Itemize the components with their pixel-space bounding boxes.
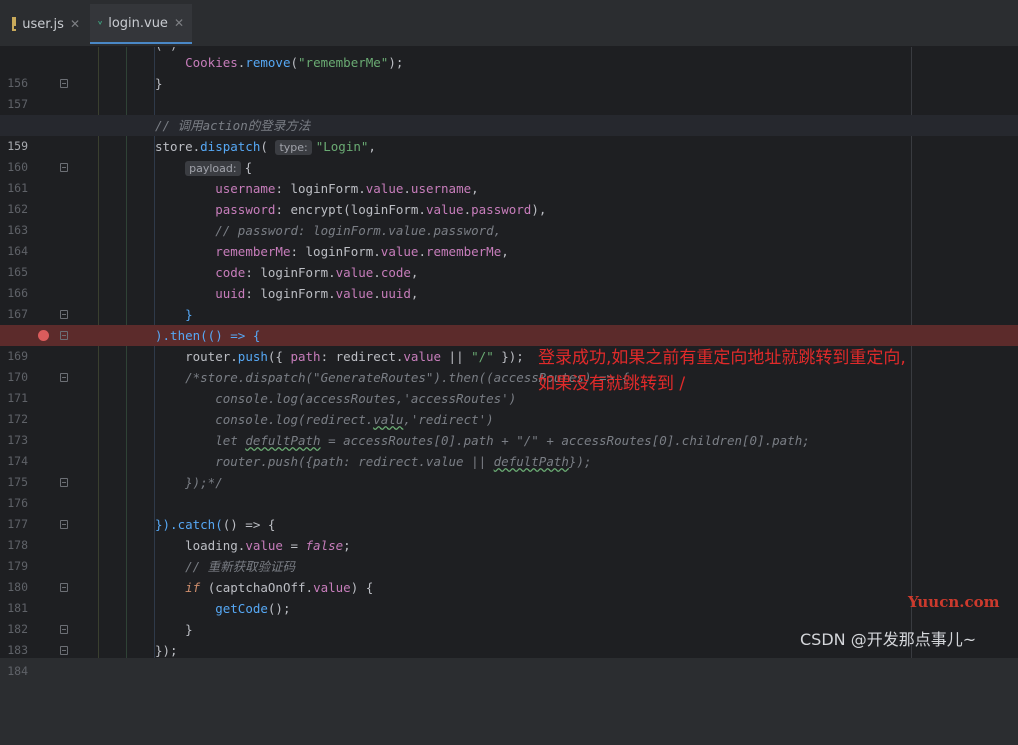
code-text: code: loginForm.value.code, — [215, 265, 419, 280]
code-text: rememberMe: loginForm.value.rememberMe, — [215, 244, 509, 259]
code-text: } — [155, 622, 193, 637]
code-comment: router.push({path: redirect.value || def… — [155, 454, 592, 469]
code-line-165[interactable]: 165 rememberMe: loginForm.value.remember… — [0, 241, 1018, 279]
code-text: } — [155, 76, 163, 91]
code-comment: console.log(accessRoutes,'accessRoutes') — [155, 391, 517, 406]
code-comment: // password: loginForm.value.password, — [215, 223, 502, 238]
code-line-156[interactable]: 156 Cookies.remove("rememberMe"); — [0, 52, 1018, 90]
code-comment: });*/ — [155, 475, 223, 490]
code-text: payload:{ — [155, 157, 252, 179]
code-line-158[interactable]: 158 — [0, 94, 1018, 132]
csdn-watermark: CSDN @开发那点事儿~ — [800, 630, 977, 649]
code-text: router.push({ path: redirect.value || "/… — [155, 349, 524, 364]
code-line-182[interactable]: 182 getCode(); — [0, 598, 1018, 636]
tab-label: user.js — [22, 16, 64, 32]
code-text: username: loginForm.value.username, — [215, 181, 479, 196]
breakpoint-icon[interactable] — [38, 330, 49, 341]
code-line-178[interactable]: 178 }).catch(() => { — [0, 514, 1018, 552]
fold-icon[interactable] — [60, 373, 68, 382]
code-line-162[interactable]: 162 username: loginForm.value.username, — [0, 178, 1018, 216]
code-line-159[interactable]: 159 // 调用action的登录方法 — [0, 115, 1018, 153]
code-comment: let defultPath = accessRoutes[0].path + … — [155, 433, 810, 448]
code-line-177[interactable]: 177 — [0, 493, 1018, 531]
code-line-173[interactable]: 173 console.log(redirect.valu,'redirect'… — [0, 409, 1018, 447]
fold-icon[interactable] — [60, 625, 68, 634]
fold-icon[interactable] — [60, 163, 68, 172]
fold-icon[interactable] — [60, 478, 68, 487]
code-line-181[interactable]: 181 if (captchaOnOff.value) { — [0, 577, 1018, 615]
code-line-166[interactable]: 166 code: loginForm.value.code, — [0, 262, 1018, 300]
red-annotation-text: 登录成功,如果之前有重定向地址就跳转到重定向, 如果没有就跳转到 / — [538, 348, 906, 394]
code-text: loading.value = false; — [155, 538, 351, 553]
tab-login-vue[interactable]: login.vue ✕ — [90, 4, 192, 44]
code-comment: // 重新获取验证码 — [185, 559, 296, 574]
code-line-160[interactable]: 160 store.dispatch( type: "Login", — [0, 136, 1018, 174]
code-text: }).catch(() => { — [155, 517, 276, 532]
fold-icon[interactable] — [60, 646, 68, 655]
code-text: if (captchaOnOff.value) { — [185, 580, 374, 595]
code-line-163[interactable]: 163 password: encrypt(loginForm.value.pa… — [0, 199, 1018, 237]
code-text: ).then(() => { — [155, 328, 261, 343]
code-line-179[interactable]: 179 loading.value = false; — [0, 535, 1018, 573]
code-line-180[interactable]: 180 // 重新获取验证码 — [0, 556, 1018, 594]
code-line-174[interactable]: 174 let defultPath = accessRoutes[0].pat… — [0, 430, 1018, 468]
code-line-169[interactable]: 169 ).then(() => { — [0, 325, 1018, 363]
js-file-icon — [12, 17, 23, 31]
code-line-175[interactable]: 175 router.push({path: redirect.value ||… — [0, 451, 1018, 489]
vue-file-icon — [98, 21, 103, 25]
code-text: password: encrypt(loginForm.value.passwo… — [215, 202, 547, 217]
code-text: getCode(); — [215, 601, 291, 616]
close-icon[interactable]: ✕ — [70, 17, 80, 31]
code-text: uuid: loginForm.value.uuid, — [215, 286, 419, 301]
fold-icon[interactable] — [60, 331, 68, 340]
code-line-164[interactable]: 164 // password: loginForm.value.passwor… — [0, 220, 1018, 258]
code-line-167[interactable]: 167 uuid: loginForm.value.uuid, — [0, 283, 1018, 321]
fold-icon[interactable] — [60, 310, 68, 319]
code-text: Cookies.remove("rememberMe"); — [185, 55, 404, 70]
close-icon[interactable]: ✕ — [174, 16, 184, 30]
code-comment: // 调用action的登录方法 — [155, 118, 311, 133]
fold-icon[interactable] — [60, 79, 68, 88]
tab-user-js[interactable]: user.js ✕ — [4, 4, 88, 44]
code-line-157[interactable]: 157 } — [0, 73, 1018, 111]
tab-label: login.vue — [108, 15, 168, 31]
code-comment: console.log(redirect.valu,'redirect') — [155, 412, 494, 427]
code-line-176[interactable]: 176 });*/ — [0, 472, 1018, 510]
fold-icon[interactable] — [60, 520, 68, 529]
editor-tab-bar: user.js ✕ login.vue ✕ — [0, 0, 1018, 47]
line-number: 184 — [7, 664, 28, 678]
code-line-161[interactable]: 161 payload:{ — [0, 157, 1018, 195]
fold-icon[interactable] — [60, 583, 68, 592]
yuucn-watermark: Yuucn.com — [908, 593, 1000, 611]
code-line-168[interactable]: 168 } — [0, 304, 1018, 342]
code-text: store.dispatch( type: "Login", — [155, 139, 376, 155]
code-text: } — [185, 307, 193, 322]
